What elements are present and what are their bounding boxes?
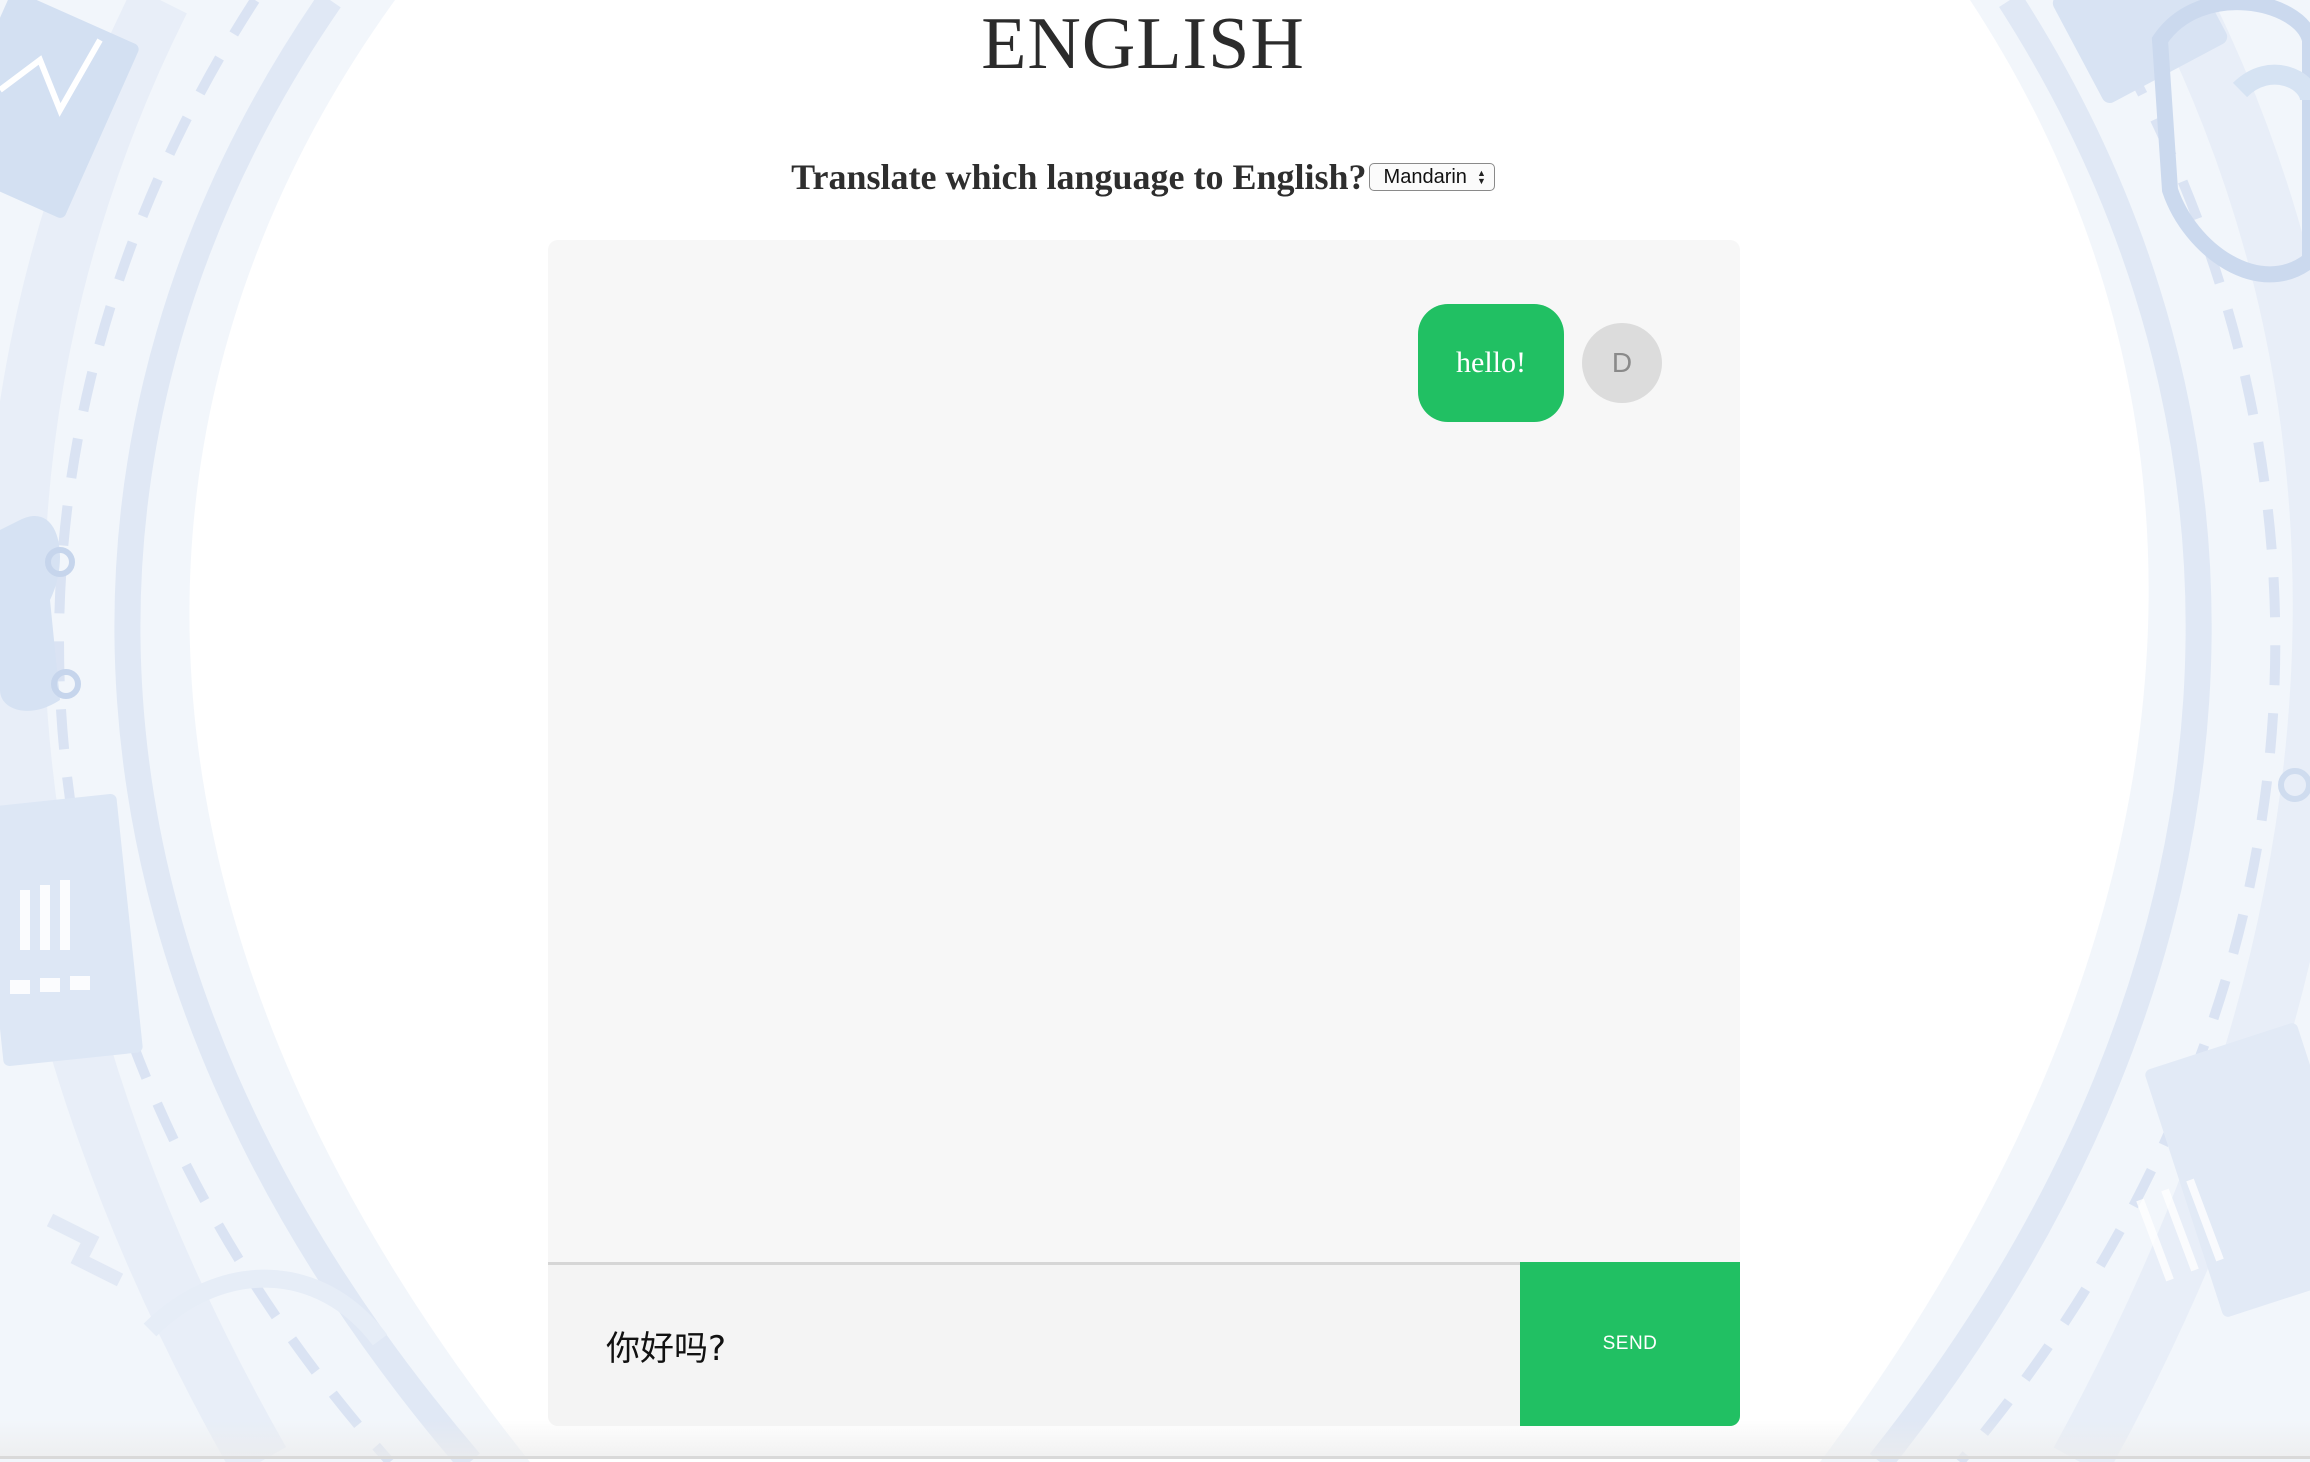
language-question: Translate which language to English? — [791, 157, 1367, 197]
message-bubble: hello! — [1418, 304, 1564, 422]
language-select-value: Mandarin — [1383, 165, 1467, 188]
language-prompt-row: Translate which language to English? Man… — [0, 156, 2286, 198]
bottom-divider — [0, 1456, 2310, 1459]
page-title: ENGLISH — [981, 3, 1305, 85]
send-button[interactable]: SEND — [1520, 1262, 1740, 1426]
message-list[interactable]: hello! D — [548, 240, 1740, 1262]
language-select[interactable]: Mandarin ▲ ▼ — [1368, 163, 1495, 191]
up-down-arrows-icon: ▲ ▼ — [1476, 168, 1486, 186]
message-input[interactable] — [548, 1265, 1520, 1426]
message-row: hello! D — [1418, 304, 1662, 422]
avatar: D — [1582, 323, 1662, 403]
message-composer: SEND — [548, 1262, 1740, 1426]
chat-panel: hello! D SEND — [548, 240, 1740, 1426]
